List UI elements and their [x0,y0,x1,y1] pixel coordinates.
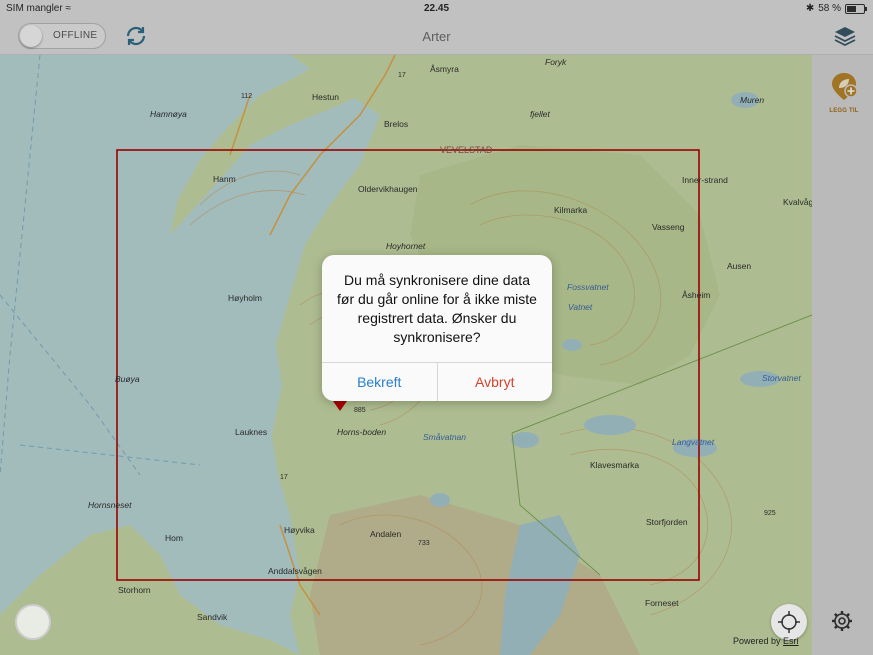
locate-me-button[interactable] [771,604,807,640]
crosshair-icon [778,611,800,633]
attribution: Powered by Esri [733,636,799,646]
dialog-message: Du må synkronisere dine data før du går … [337,272,537,345]
confirm-button[interactable]: Bekreft [322,363,438,401]
esri-link[interactable]: Esri [783,636,799,646]
powered-by-text: Powered by [733,636,781,646]
dialog-actions: Bekreft Avbryt [322,362,552,401]
sync-alert-dialog: Du må synkronisere dine data før du går … [322,255,552,401]
cancel-button[interactable]: Avbryt [438,363,553,401]
basemap-thumbnail-button[interactable] [15,604,51,640]
